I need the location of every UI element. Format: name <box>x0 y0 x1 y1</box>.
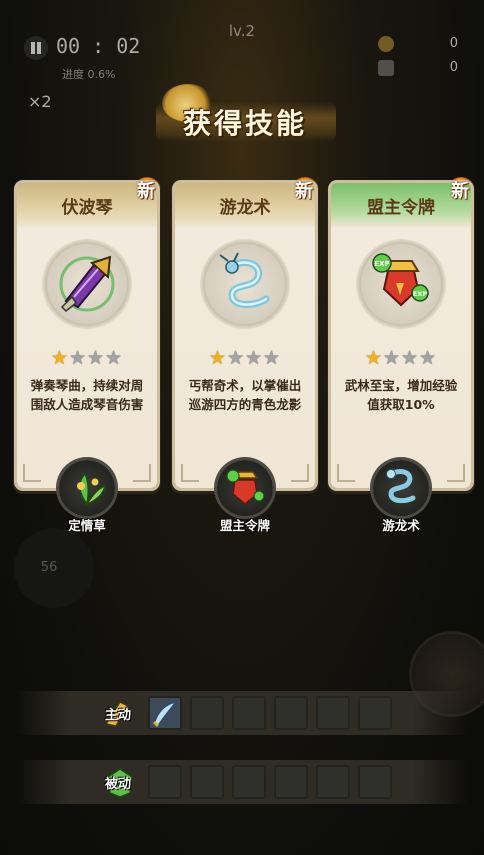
blade-icon <box>152 700 178 728</box>
card-description: 丐帮奇术，以掌催出巡游四方的青色龙影 <box>188 378 302 412</box>
skill-slot-4[interactable] <box>274 696 308 730</box>
svg-text:EXP: EXP <box>413 290 427 298</box>
corner-ornament <box>337 464 355 482</box>
skill-slot-3[interactable] <box>232 696 266 730</box>
coin-count: 0 <box>449 36 458 51</box>
passive-slot-5[interactable] <box>316 765 350 799</box>
speed-multiplier[interactable]: ×2 <box>28 92 52 111</box>
title-banner: 获得技能 <box>150 84 340 148</box>
skill-slot-1[interactable] <box>148 696 182 730</box>
star-empty-icon: ★ <box>105 347 124 369</box>
passive-label: 被动 <box>104 777 131 792</box>
skill-icon-ring: EXP EXP <box>356 239 446 329</box>
active-skill-bar: 主动 <box>0 688 484 738</box>
dragon-icon <box>386 469 416 504</box>
coin-icon <box>378 36 394 52</box>
passive-slot-1[interactable] <box>148 765 182 799</box>
passive-slot-6[interactable] <box>358 765 392 799</box>
skill-card-3[interactable]: 盟主令牌 新 EXP EXP ★★★★ 武林至宝，增加经验值获取10% <box>331 177 475 488</box>
blue-dragon-icon <box>219 252 270 308</box>
star-empty-icon: ★ <box>87 347 106 369</box>
skill-slot-6[interactable] <box>358 696 392 730</box>
corner-ornament <box>291 464 309 482</box>
token-icon <box>226 469 265 505</box>
gem-count: 0 <box>449 60 458 75</box>
skill-slot-5[interactable] <box>316 696 350 730</box>
skill-slot-2[interactable] <box>190 696 224 730</box>
gem-icon <box>378 60 394 76</box>
skill-icon-ring <box>200 239 290 329</box>
combo-skill-token <box>217 460 273 516</box>
star-empty-icon: ★ <box>68 347 87 369</box>
combo-label: 游龙术 <box>382 518 420 533</box>
exp-token-icon: EXP EXP <box>372 253 429 307</box>
card-description: 弹奏琴曲，持续对周围敌人造成琴音伤害 <box>30 378 144 412</box>
herb-icon <box>77 472 107 506</box>
star-empty-icon: ★ <box>382 347 401 369</box>
new-badge: 新 <box>443 175 479 205</box>
progress-label: 进度 0.6% <box>62 68 116 81</box>
corner-ornament <box>23 464 41 482</box>
new-badge: 新 <box>287 175 323 205</box>
passive-tag: 被动 <box>96 765 136 799</box>
combo-skill-dragon <box>373 460 429 516</box>
banner-title: 获得技能 <box>182 107 307 140</box>
joystick-value: 56 <box>40 560 58 575</box>
combo-skill-herb <box>59 460 115 516</box>
active-tag: 主动 <box>96 696 136 730</box>
card-description: 武林至宝，增加经验值获取10% <box>344 378 458 412</box>
level-label: lv.2 <box>228 22 256 40</box>
passive-slot-4[interactable] <box>274 765 308 799</box>
star-rating: ★★★★ <box>17 347 157 369</box>
star-rating: ★★★★ <box>331 347 471 369</box>
passive-slot-3[interactable] <box>232 765 266 799</box>
corner-ornament <box>181 464 199 482</box>
passive-skill-bar: 被动 <box>0 757 484 807</box>
star-empty-icon: ★ <box>226 347 245 369</box>
new-badge: 新 <box>129 175 165 205</box>
corner-ornament <box>133 464 151 482</box>
star-empty-icon: ★ <box>245 347 264 369</box>
active-label: 主动 <box>104 708 131 723</box>
star-empty-icon: ★ <box>263 347 282 369</box>
star-filled-icon: ★ <box>364 347 383 369</box>
star-filled-icon: ★ <box>50 347 69 369</box>
passive-slot-2[interactable] <box>190 765 224 799</box>
skill-card-2[interactable]: 游龙术 新 ★★★★ 丐帮奇术，以掌催出巡游四方的青色龙影 <box>175 177 319 488</box>
star-filled-icon: ★ <box>208 347 227 369</box>
purple-sword-icon <box>59 255 115 313</box>
combo-label: 盟主令牌 <box>219 518 270 533</box>
svg-text:EXP: EXP <box>374 260 389 268</box>
star-rating: ★★★★ <box>175 347 315 369</box>
star-empty-icon: ★ <box>401 347 420 369</box>
star-empty-icon: ★ <box>419 347 438 369</box>
corner-ornament <box>447 464 465 482</box>
skill-card-1[interactable]: 伏波琴 新 ★★★★ 弹奏琴曲，持续对周围敌人造成琴音伤害 <box>17 177 161 488</box>
skill-icon-ring <box>42 239 132 329</box>
